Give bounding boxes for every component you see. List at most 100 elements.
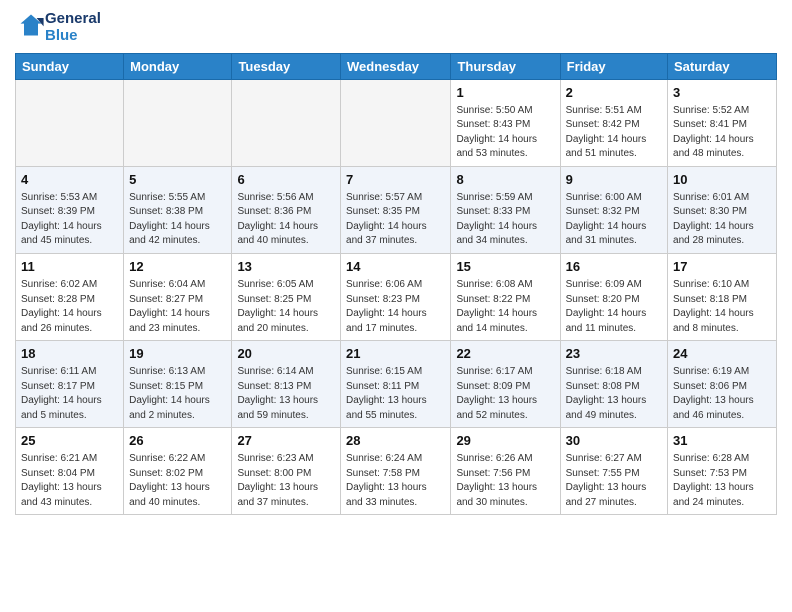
day-info: Sunrise: 6:04 AM Sunset: 8:27 PM Dayligh… bbox=[129, 278, 226, 336]
day-number: 15 bbox=[456, 258, 554, 276]
day-number: 7 bbox=[346, 171, 445, 189]
calendar-day-cell: 20 Sunrise: 6:14 AM Sunset: 8:13 PM Dayli… bbox=[232, 341, 341, 428]
calendar-table: SundayMondayTuesdayWednesdayThursdayFrid… bbox=[15, 53, 777, 516]
weekday-header-sunday: Sunday bbox=[16, 53, 124, 79]
day-number: 10 bbox=[673, 171, 771, 189]
logo-text-line1: General bbox=[45, 10, 101, 27]
weekday-header-thursday: Thursday bbox=[451, 53, 560, 79]
day-number: 16 bbox=[566, 258, 662, 276]
day-info: Sunrise: 6:23 AM Sunset: 8:00 PM Dayligh… bbox=[237, 452, 335, 510]
calendar-week-row: 11 Sunrise: 6:02 AM Sunset: 8:28 PM Dayli… bbox=[16, 253, 777, 340]
calendar-day-cell: 31Sunrise: 6:28 AM Sunset: 7:53 PM Dayli… bbox=[668, 428, 777, 515]
day-number: 12 bbox=[129, 258, 226, 276]
day-number: 11 bbox=[21, 258, 118, 276]
calendar-day-cell: 27 Sunrise: 6:23 AM Sunset: 8:00 PM Dayli… bbox=[232, 428, 341, 515]
calendar-day-cell: 15Sunrise: 6:08 AM Sunset: 8:22 PM Dayli… bbox=[451, 253, 560, 340]
day-info: Sunrise: 6:14 AM Sunset: 8:13 PM Dayligh… bbox=[237, 365, 335, 423]
day-info: Sunrise: 5:52 AM Sunset: 8:41 PM Dayligh… bbox=[673, 104, 771, 162]
day-number: 27 bbox=[237, 432, 335, 450]
day-info: Sunrise: 6:17 AM Sunset: 8:09 PM Dayligh… bbox=[456, 365, 554, 423]
day-number: 19 bbox=[129, 345, 226, 363]
day-number: 31 bbox=[673, 432, 771, 450]
calendar-day-cell: 9 Sunrise: 6:00 AM Sunset: 8:32 PM Daylig… bbox=[560, 166, 667, 253]
weekday-header-row: SundayMondayTuesdayWednesdayThursdayFrid… bbox=[16, 53, 777, 79]
day-info: Sunrise: 6:02 AM Sunset: 8:28 PM Dayligh… bbox=[21, 278, 118, 336]
calendar-day-cell: 26Sunrise: 6:22 AM Sunset: 8:02 PM Dayli… bbox=[124, 428, 232, 515]
calendar-day-cell: 3Sunrise: 5:52 AM Sunset: 8:41 PM Daylig… bbox=[668, 79, 777, 166]
calendar-day-cell: 25 Sunrise: 6:21 AM Sunset: 8:04 PM Dayli… bbox=[16, 428, 124, 515]
day-number: 13 bbox=[237, 258, 335, 276]
calendar-day-cell: 14Sunrise: 6:06 AM Sunset: 8:23 PM Dayli… bbox=[341, 253, 451, 340]
weekday-header-tuesday: Tuesday bbox=[232, 53, 341, 79]
calendar-day-cell: 29Sunrise: 6:26 AM Sunset: 7:56 PM Dayli… bbox=[451, 428, 560, 515]
calendar-day-cell: 30 Sunrise: 6:27 AM Sunset: 7:55 PM Dayli… bbox=[560, 428, 667, 515]
calendar-week-row: 25 Sunrise: 6:21 AM Sunset: 8:04 PM Dayli… bbox=[16, 428, 777, 515]
calendar-day-cell: 17Sunrise: 6:10 AM Sunset: 8:18 PM Dayli… bbox=[668, 253, 777, 340]
day-info: Sunrise: 5:53 AM Sunset: 8:39 PM Dayligh… bbox=[21, 191, 118, 249]
day-info: Sunrise: 6:21 AM Sunset: 8:04 PM Dayligh… bbox=[21, 452, 118, 510]
day-number: 24 bbox=[673, 345, 771, 363]
weekday-header-wednesday: Wednesday bbox=[341, 53, 451, 79]
weekday-header-friday: Friday bbox=[560, 53, 667, 79]
day-info: Sunrise: 6:13 AM Sunset: 8:15 PM Dayligh… bbox=[129, 365, 226, 423]
logo-text-line2: Blue bbox=[45, 27, 101, 44]
calendar-day-cell: 2Sunrise: 5:51 AM Sunset: 8:42 PM Daylig… bbox=[560, 79, 667, 166]
day-number: 2 bbox=[566, 84, 662, 102]
day-info: Sunrise: 5:59 AM Sunset: 8:33 PM Dayligh… bbox=[456, 191, 554, 249]
calendar-day-cell: 7 Sunrise: 5:57 AM Sunset: 8:35 PM Daylig… bbox=[341, 166, 451, 253]
calendar-day-cell: 16 Sunrise: 6:09 AM Sunset: 8:20 PM Dayli… bbox=[560, 253, 667, 340]
calendar-day-cell: 11 Sunrise: 6:02 AM Sunset: 8:28 PM Dayli… bbox=[16, 253, 124, 340]
day-info: Sunrise: 6:00 AM Sunset: 8:32 PM Dayligh… bbox=[566, 191, 662, 249]
logo: General Blue bbox=[15, 10, 101, 45]
calendar-day-cell: 19 Sunrise: 6:13 AM Sunset: 8:15 PM Dayli… bbox=[124, 341, 232, 428]
day-info: Sunrise: 5:57 AM Sunset: 8:35 PM Dayligh… bbox=[346, 191, 445, 249]
page-header: General Blue bbox=[15, 10, 777, 45]
day-info: Sunrise: 6:15 AM Sunset: 8:11 PM Dayligh… bbox=[346, 365, 445, 423]
calendar-week-row: 1 Sunrise: 5:50 AM Sunset: 8:43 PM Daylig… bbox=[16, 79, 777, 166]
day-number: 26 bbox=[129, 432, 226, 450]
calendar-day-cell bbox=[16, 79, 124, 166]
day-info: Sunrise: 6:01 AM Sunset: 8:30 PM Dayligh… bbox=[673, 191, 771, 249]
day-number: 23 bbox=[566, 345, 662, 363]
calendar-page: General Blue SundayMondayTuesdayWednesda… bbox=[0, 0, 792, 530]
day-info: Sunrise: 6:05 AM Sunset: 8:25 PM Dayligh… bbox=[237, 278, 335, 336]
day-number: 21 bbox=[346, 345, 445, 363]
logo-icon bbox=[17, 11, 45, 39]
day-info: Sunrise: 5:50 AM Sunset: 8:43 PM Dayligh… bbox=[456, 104, 554, 162]
day-number: 25 bbox=[21, 432, 118, 450]
day-info: Sunrise: 5:56 AM Sunset: 8:36 PM Dayligh… bbox=[237, 191, 335, 249]
calendar-day-cell: 23 Sunrise: 6:18 AM Sunset: 8:08 PM Dayli… bbox=[560, 341, 667, 428]
day-number: 14 bbox=[346, 258, 445, 276]
day-number: 20 bbox=[237, 345, 335, 363]
day-info: Sunrise: 6:19 AM Sunset: 8:06 PM Dayligh… bbox=[673, 365, 771, 423]
day-info: Sunrise: 6:27 AM Sunset: 7:55 PM Dayligh… bbox=[566, 452, 662, 510]
day-info: Sunrise: 5:55 AM Sunset: 8:38 PM Dayligh… bbox=[129, 191, 226, 249]
calendar-day-cell: 8Sunrise: 5:59 AM Sunset: 8:33 PM Daylig… bbox=[451, 166, 560, 253]
day-info: Sunrise: 6:11 AM Sunset: 8:17 PM Dayligh… bbox=[21, 365, 118, 423]
day-info: Sunrise: 6:10 AM Sunset: 8:18 PM Dayligh… bbox=[673, 278, 771, 336]
calendar-day-cell bbox=[341, 79, 451, 166]
calendar-day-cell: 1 Sunrise: 5:50 AM Sunset: 8:43 PM Daylig… bbox=[451, 79, 560, 166]
day-number: 4 bbox=[21, 171, 118, 189]
day-number: 22 bbox=[456, 345, 554, 363]
calendar-day-cell bbox=[124, 79, 232, 166]
day-info: Sunrise: 6:18 AM Sunset: 8:08 PM Dayligh… bbox=[566, 365, 662, 423]
day-number: 18 bbox=[21, 345, 118, 363]
day-info: Sunrise: 6:09 AM Sunset: 8:20 PM Dayligh… bbox=[566, 278, 662, 336]
calendar-day-cell: 22 Sunrise: 6:17 AM Sunset: 8:09 PM Dayli… bbox=[451, 341, 560, 428]
day-number: 9 bbox=[566, 171, 662, 189]
day-number: 30 bbox=[566, 432, 662, 450]
calendar-week-row: 4 Sunrise: 5:53 AM Sunset: 8:39 PM Daylig… bbox=[16, 166, 777, 253]
calendar-week-row: 18 Sunrise: 6:11 AM Sunset: 8:17 PM Dayli… bbox=[16, 341, 777, 428]
day-info: Sunrise: 6:24 AM Sunset: 7:58 PM Dayligh… bbox=[346, 452, 445, 510]
day-number: 29 bbox=[456, 432, 554, 450]
calendar-day-cell: 10 Sunrise: 6:01 AM Sunset: 8:30 PM Dayli… bbox=[668, 166, 777, 253]
calendar-day-cell: 24 Sunrise: 6:19 AM Sunset: 8:06 PM Dayli… bbox=[668, 341, 777, 428]
calendar-day-cell: 12 Sunrise: 6:04 AM Sunset: 8:27 PM Dayli… bbox=[124, 253, 232, 340]
day-number: 28 bbox=[346, 432, 445, 450]
weekday-header-monday: Monday bbox=[124, 53, 232, 79]
day-number: 6 bbox=[237, 171, 335, 189]
calendar-day-cell: 13 Sunrise: 6:05 AM Sunset: 8:25 PM Dayli… bbox=[232, 253, 341, 340]
day-number: 1 bbox=[456, 84, 554, 102]
calendar-day-cell bbox=[232, 79, 341, 166]
